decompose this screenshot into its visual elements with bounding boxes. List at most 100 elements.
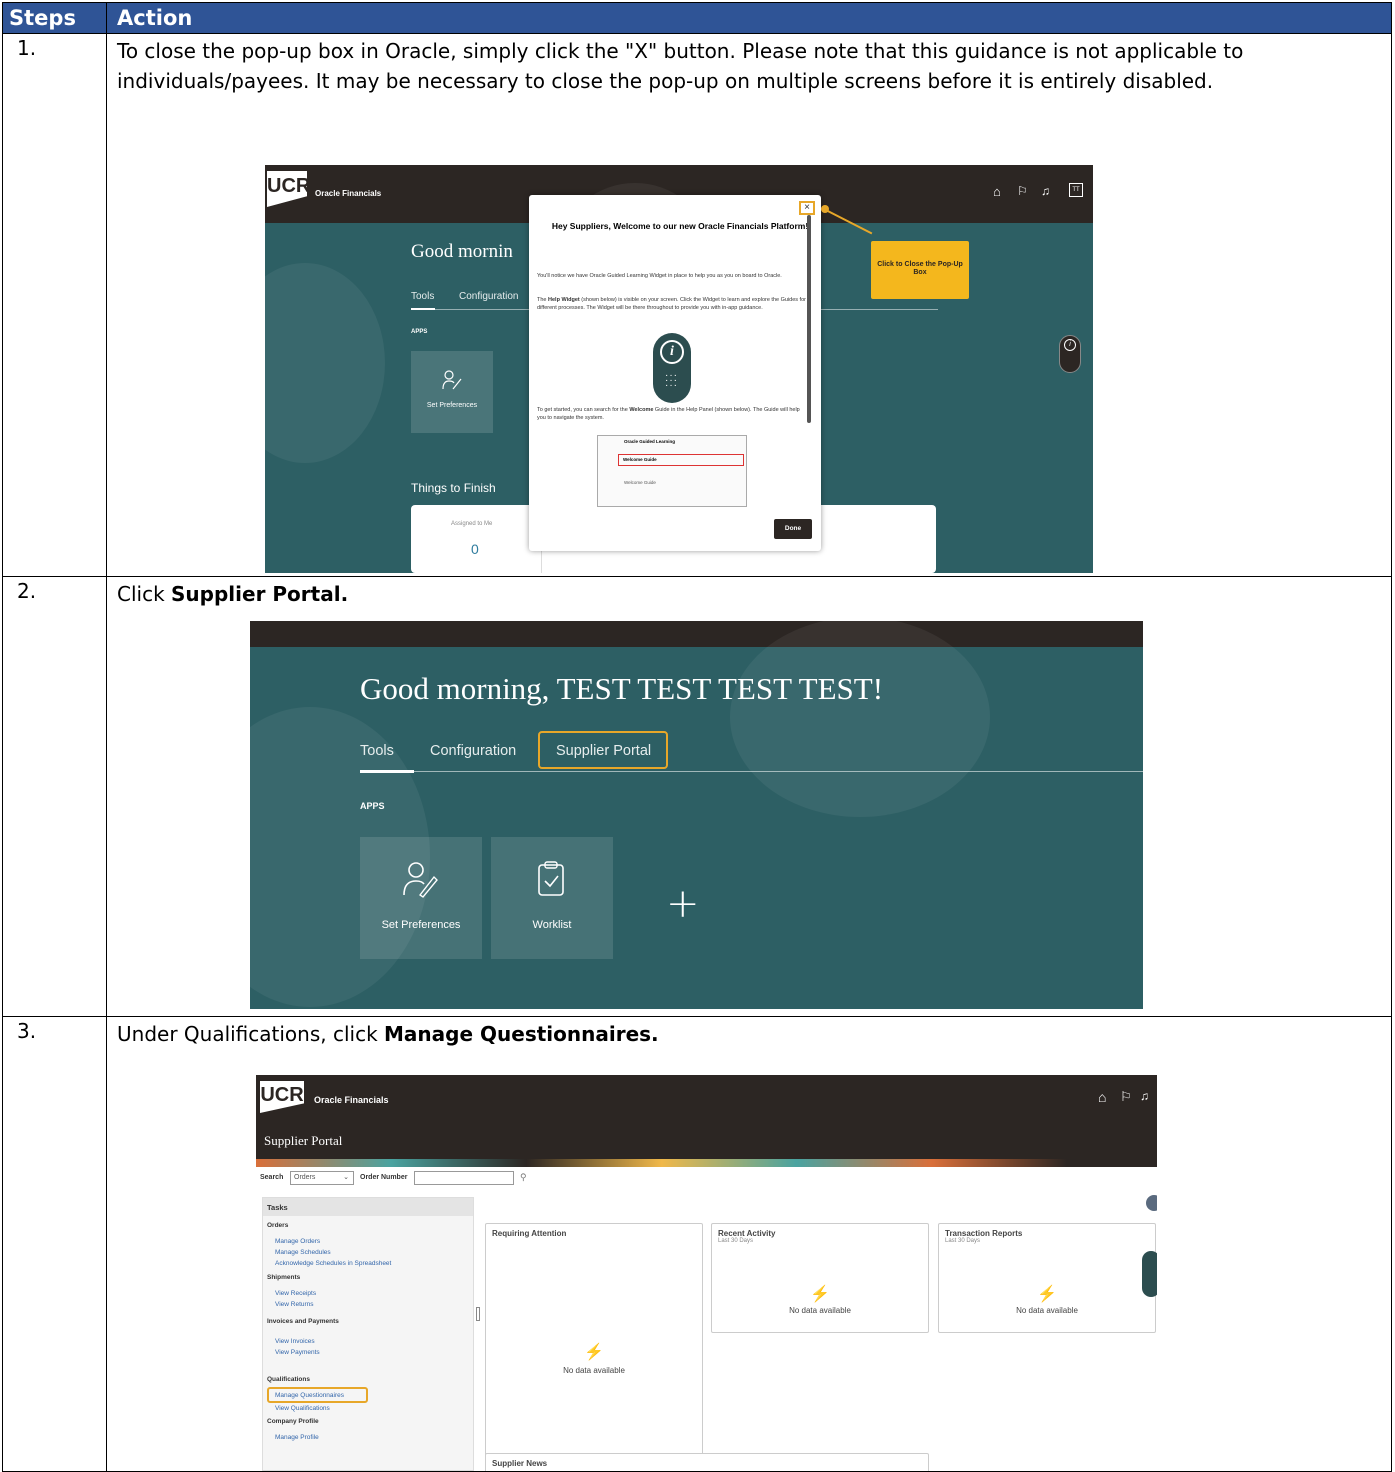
grid-icon: ··· ··· ··· <box>665 370 678 391</box>
link-view-payments[interactable]: View Payments <box>275 1349 320 1356</box>
link-manage-schedules[interactable]: Manage Schedules <box>275 1249 331 1256</box>
info-icon: i <box>1064 339 1076 351</box>
done-button[interactable]: Done <box>774 519 812 539</box>
brand-name: Oracle Financials <box>314 1095 389 1105</box>
link-manage-profile[interactable]: Manage Profile <box>275 1434 319 1441</box>
mini-search-field: Welcome Guide <box>618 454 744 466</box>
supplier-news-tile[interactable]: Supplier News <box>485 1453 929 1471</box>
bell-icon[interactable]: ♫ <box>1041 184 1050 198</box>
card-label: Set Preferences <box>381 919 461 931</box>
popup-title: Hey Suppliers, Welcome to our new Oracle… <box>551 221 809 231</box>
link-view-returns[interactable]: View Returns <box>275 1301 314 1308</box>
popup-scrollbar[interactable] <box>807 215 811 423</box>
link-acknowledge-schedules[interactable]: Acknowledge Schedules in Spreadsheet <box>275 1260 391 1267</box>
table-header: Steps Action <box>3 3 1391 34</box>
welcome-popup: × Hey Suppliers, Welcome to our new Orac… <box>529 195 821 551</box>
lightning-icon: ⚡ <box>1037 1286 1057 1303</box>
help-widget[interactable] <box>1142 1251 1157 1297</box>
tasks-title: Tasks <box>263 1198 473 1216</box>
collapse-button[interactable] <box>1146 1195 1157 1211</box>
ucr-logo: UCR <box>267 171 307 207</box>
page-title: Supplier Portal <box>264 1133 343 1148</box>
set-preferences-card[interactable]: Set Preferences <box>360 837 482 959</box>
assigned-label: Assigned to Me <box>451 521 493 527</box>
search-icon[interactable]: ⚲ <box>520 1172 527 1183</box>
worklist-card[interactable]: Worklist <box>491 837 613 959</box>
help-panel-illustration: Oracle Guided Learning Welcome Guide Wel… <box>597 435 747 507</box>
step-instruction: To close the pop-up box in Oracle, simpl… <box>117 39 1244 93</box>
ucr-logo: UCR <box>260 1081 304 1113</box>
info-icon: i <box>660 340 684 364</box>
no-data-text: No data available <box>563 1366 625 1375</box>
transaction-reports-tile[interactable]: Transaction Reports Last 30 Days ⚡ No da… <box>938 1223 1156 1333</box>
order-number-input[interactable] <box>414 1171 514 1185</box>
link-manage-questionnaires[interactable]: Manage Questionnaires <box>275 1392 344 1399</box>
order-number-label: Order Number <box>360 1174 408 1181</box>
group-qualifications: Qualifications <box>267 1376 310 1383</box>
tab-configuration[interactable]: Configuration <box>459 291 518 302</box>
link-view-qualifications[interactable]: View Qualifications <box>275 1405 330 1412</box>
step-row-2: 2. Click Supplier Portal. Good morning, … <box>3 577 1391 1017</box>
step-instruction: Under Qualifications, click Manage Quest… <box>117 1022 659 1046</box>
tab-active-indicator <box>360 770 414 773</box>
link-manage-orders[interactable]: Manage Orders <box>275 1238 320 1245</box>
app-header: UCR Oracle Financials ⌂ ⚐ ♫ Supplier Por… <box>256 1075 1157 1159</box>
popup-paragraph-3: To get started, you can search for the W… <box>537 407 800 421</box>
header-steps: Steps <box>9 6 76 30</box>
collapse-handle[interactable] <box>476 1307 480 1321</box>
requiring-attention-tile[interactable]: Requiring Attention ⚡ No data available <box>485 1223 703 1471</box>
set-preferences-card[interactable]: Set Preferences <box>411 351 493 433</box>
group-company-profile: Company Profile <box>267 1418 319 1425</box>
add-app-icon[interactable]: + <box>666 881 700 927</box>
group-invoices: Invoices and Payments <box>267 1318 339 1325</box>
link-view-invoices[interactable]: View Invoices <box>275 1338 315 1345</box>
avatar[interactable]: TT <box>1069 183 1083 197</box>
header-action: Action <box>117 6 193 30</box>
card-label: Worklist <box>532 919 572 931</box>
tile-title: Supplier News <box>492 1459 548 1468</box>
flag-icon[interactable]: ⚐ <box>1017 184 1028 198</box>
bell-icon[interactable]: ♫ <box>1140 1089 1149 1103</box>
assigned-count: 0 <box>471 541 479 557</box>
home-icon[interactable]: ⌂ <box>1098 1089 1106 1105</box>
link-view-receipts[interactable]: View Receipts <box>275 1290 316 1297</box>
background-pattern <box>265 263 385 463</box>
tab-active-indicator <box>411 308 435 310</box>
step-number: 2. <box>17 579 37 603</box>
lightning-icon: ⚡ <box>584 1344 604 1361</box>
screenshot-supplier-portal: UCR Oracle Financials ⌂ ⚐ ♫ Supplier Por… <box>256 1075 1157 1471</box>
tile-title: Transaction Reports <box>945 1229 1023 1238</box>
tab-tools[interactable]: Tools <box>411 291 434 302</box>
group-orders: Orders <box>267 1222 289 1229</box>
help-widget[interactable]: i <box>1059 335 1081 373</box>
tab-divider <box>360 771 1143 772</box>
mini-result: Welcome Guide <box>624 480 656 485</box>
search-select[interactable]: Orders ⌄ <box>290 1171 354 1185</box>
preferences-icon <box>442 370 462 390</box>
tile-title: Requiring Attention <box>492 1229 567 1238</box>
tab-tools[interactable]: Tools <box>360 743 394 759</box>
preferences-icon <box>403 862 438 898</box>
chevron-down-icon: ⌄ <box>343 1174 349 1181</box>
apps-label: APPS <box>360 801 385 811</box>
tab-configuration[interactable]: Configuration <box>430 743 516 759</box>
home-body: Good morning, TEST TEST TEST TEST! Tools… <box>250 621 1143 1009</box>
tasks-panel: Tasks Orders Manage Orders Manage Schedu… <box>262 1197 474 1471</box>
help-widget-illustration: i ··· ··· ··· <box>653 333 691 403</box>
step-row-3: 3. Under Qualifications, click Manage Qu… <box>3 1017 1391 1472</box>
flag-icon[interactable]: ⚐ <box>1120 1089 1132 1105</box>
background-pattern <box>730 621 990 817</box>
step-instruction: Click Supplier Portal. <box>117 582 349 606</box>
home-icon[interactable]: ⌂ <box>993 184 1001 199</box>
greeting: Good morning, TEST TEST TEST TEST! <box>360 671 884 706</box>
brand-name: Oracle Financials <box>315 189 382 198</box>
apps-label: APPS <box>411 329 428 335</box>
close-icon[interactable]: × <box>799 201 815 215</box>
lightning-icon: ⚡ <box>810 1286 830 1303</box>
steps-table: Steps Action 1. To close the pop-up box … <box>2 2 1392 1472</box>
popup-paragraph-1: You'll notice we have Oracle Guided Lear… <box>537 273 782 279</box>
recent-activity-tile[interactable]: Recent Activity Last 30 Days ⚡ No data a… <box>711 1223 929 1333</box>
tile-subtitle: Last 30 Days <box>945 1238 981 1244</box>
callout-box: Click to Close the Pop-Up Box <box>871 241 969 299</box>
tile-subtitle: Last 30 Days <box>718 1238 754 1244</box>
